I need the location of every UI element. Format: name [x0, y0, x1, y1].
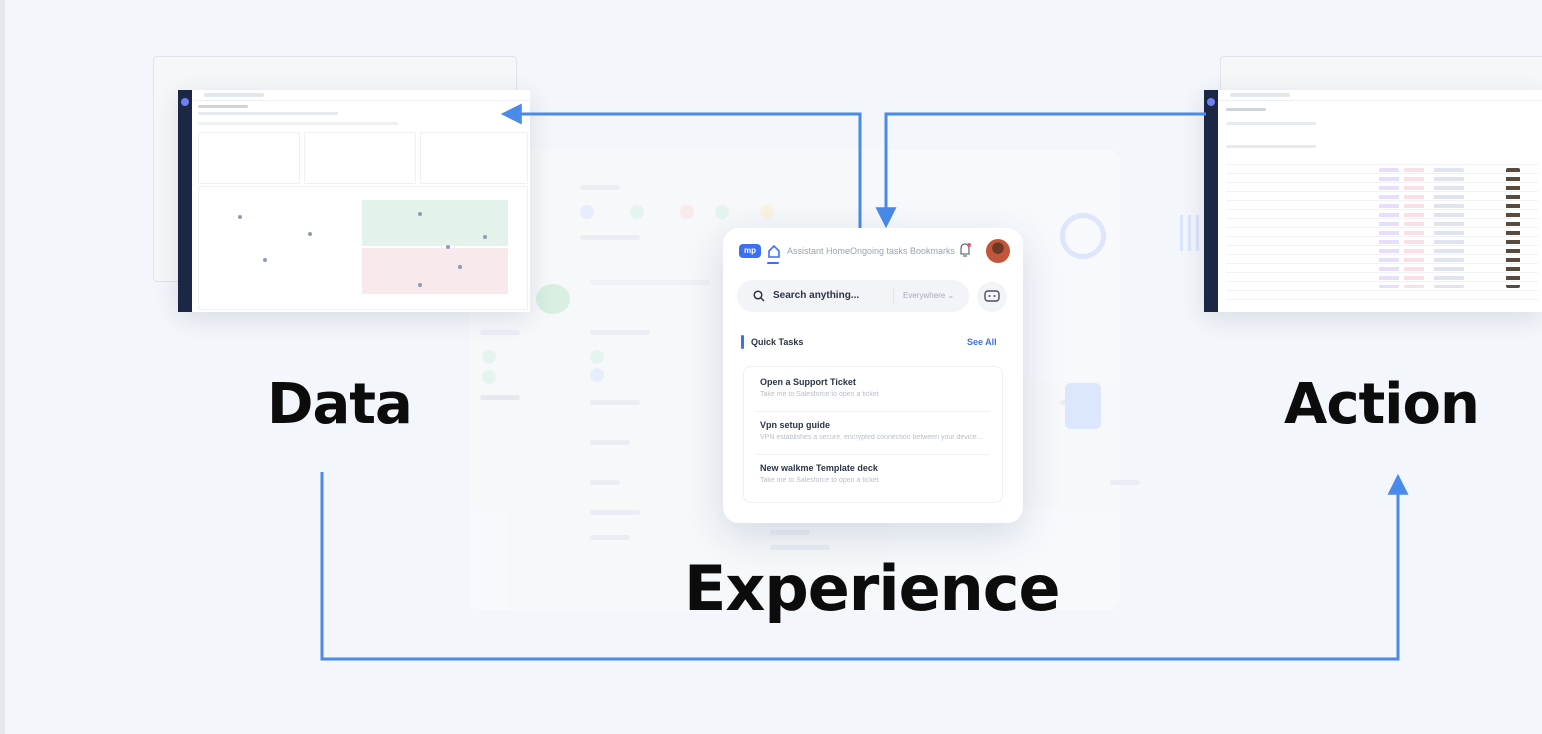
list-divider — [756, 411, 990, 412]
app-logo: mp — [739, 244, 761, 258]
nav-ongoing-tasks[interactable]: Ongoing tasks — [850, 246, 908, 256]
quick-tasks-title: Quick Tasks — [751, 337, 804, 347]
quick-task-title: New walkme Template deck — [760, 463, 878, 473]
active-tab-indicator — [767, 262, 779, 264]
arrow-experience-to-data — [500, 103, 862, 228]
label-data: Data — [267, 372, 413, 437]
search-divider — [893, 288, 894, 304]
search-bar[interactable]: Search anything... Everywhere ⌄ — [737, 280, 969, 312]
arrow-action-to-experience — [875, 112, 1206, 229]
nav-assistant-home[interactable]: Assistant Home — [787, 246, 850, 256]
avatar[interactable] — [986, 239, 1010, 263]
search-icon — [753, 290, 765, 302]
quick-task-title: Open a Support Ticket — [760, 377, 856, 387]
bell-icon[interactable] — [958, 242, 972, 258]
chat-icon — [984, 290, 1000, 302]
quick-task-subtitle: Take me to Salesforce to open a ticket — [760, 391, 879, 398]
quick-task-item[interactable]: Open a Support Ticket Take me to Salesfo… — [760, 377, 990, 398]
see-all-link[interactable]: See All — [967, 337, 997, 347]
search-input[interactable]: Search anything... — [773, 290, 859, 301]
quick-task-item[interactable]: Vpn setup guide VPN establishes a secure… — [760, 420, 990, 441]
nav-bookmarks[interactable]: Bookmarks — [910, 246, 955, 256]
label-action: Action — [1284, 372, 1480, 437]
label-experience: Experience — [684, 552, 1061, 625]
list-divider — [756, 454, 990, 455]
quick-task-subtitle: Take me to Salesforce to open a ticket — [760, 477, 879, 484]
quick-tasks-accent-bar — [741, 335, 744, 349]
search-scope-dropdown[interactable]: Everywhere ⌄ — [903, 291, 954, 300]
center-app-panel: mp Assistant Home Ongoing tasks Bookmark… — [723, 228, 1023, 523]
quick-task-item[interactable]: New walkme Template deck Take me to Sale… — [760, 463, 990, 484]
home-icon[interactable] — [767, 242, 781, 260]
quick-task-subtitle: VPN establishes a secure, encrypted conn… — [760, 434, 983, 441]
quick-task-title: Vpn setup guide — [760, 420, 831, 430]
quick-tasks-list: Open a Support Ticket Take me to Salesfo… — [743, 366, 1003, 503]
chat-button[interactable] — [977, 282, 1007, 312]
